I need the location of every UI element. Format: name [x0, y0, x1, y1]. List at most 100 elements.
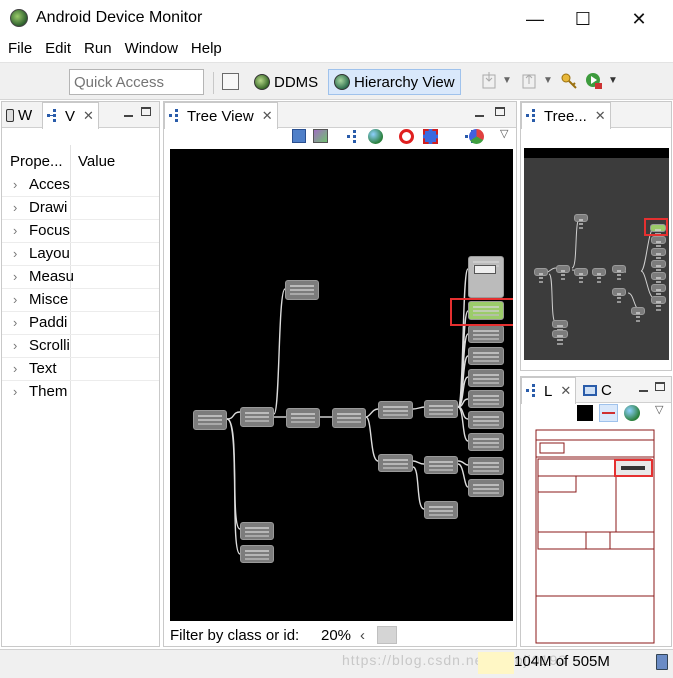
tree-node[interactable] [468, 457, 504, 475]
tree-node[interactable] [468, 411, 504, 429]
overview-node [534, 268, 548, 276]
close-button[interactable]: ✕ [616, 0, 662, 38]
tree-node[interactable] [378, 454, 413, 472]
toolbar-separator [213, 72, 214, 94]
property-row-text[interactable]: › Text [2, 358, 159, 381]
tree-view-canvas[interactable] [170, 149, 513, 621]
maximize-button[interactable]: ☐ [560, 0, 606, 38]
property-row-accessibility[interactable]: › Acces [2, 174, 159, 197]
tab-layout-view[interactable]: L ✕ [521, 377, 577, 404]
quick-access-input[interactable] [69, 69, 204, 95]
view-properties-icon [47, 109, 61, 123]
close-tab-icon[interactable]: ✕ [595, 108, 606, 124]
view-menu-icon[interactable]: ▽ [655, 403, 663, 416]
property-row-drawing[interactable]: › Drawi [2, 197, 159, 220]
globe-icon[interactable] [624, 405, 640, 421]
tree-node[interactable] [468, 479, 504, 497]
ddms-perspective-button[interactable]: DDMS [250, 70, 322, 94]
globe-icon[interactable] [368, 129, 383, 144]
tree-node[interactable] [468, 369, 504, 387]
tree-overview-canvas[interactable] [524, 148, 669, 360]
phone-icon [6, 108, 14, 122]
tab-view-properties-label: V [65, 107, 76, 125]
close-tab-icon[interactable]: ✕ [262, 108, 273, 124]
tree-node[interactable] [424, 456, 458, 474]
tree-node[interactable] [424, 400, 458, 418]
minimize-icon[interactable] [475, 115, 484, 117]
tab-windows[interactable]: W [2, 102, 36, 128]
zoom-slider-thumb[interactable] [377, 626, 397, 644]
tree-node[interactable] [240, 407, 274, 427]
close-tab-icon[interactable]: ✕ [560, 383, 571, 399]
tree-node[interactable] [468, 433, 504, 451]
request-layout-icon[interactable] [423, 129, 438, 144]
import-dropdown-icon[interactable]: ▼ [502, 75, 512, 86]
tree-node[interactable] [240, 545, 274, 563]
layout-canvas[interactable] [524, 426, 669, 644]
maximize-icon[interactable] [655, 382, 665, 391]
maximize-icon[interactable] [141, 107, 151, 116]
menu-file[interactable]: File [2, 38, 39, 62]
menu-run[interactable]: Run [78, 38, 119, 62]
black-background-icon[interactable] [577, 405, 593, 421]
property-row-scrolling[interactable]: › Scrolli [2, 335, 159, 358]
overview-node [552, 320, 568, 328]
save-png-icon[interactable] [292, 129, 306, 143]
import-icon[interactable] [480, 72, 498, 90]
expand-icon: › [13, 338, 18, 353]
invalidate-icon[interactable] [399, 129, 414, 144]
zoom-slider-left-arrow[interactable]: ‹ [360, 627, 365, 644]
tree-node[interactable] [378, 401, 413, 419]
run-dropdown-icon[interactable]: ▼ [608, 75, 618, 86]
garbage-collect-icon[interactable] [656, 654, 668, 670]
tab-windows-label: W [18, 106, 33, 124]
heap-status[interactable]: 104M of 505M [514, 653, 610, 670]
tab-view-properties[interactable]: V ✕ [42, 102, 99, 129]
minimize-icon[interactable] [639, 390, 648, 392]
minimize-icon[interactable] [124, 115, 133, 117]
property-row-miscellaneous[interactable]: › Misce [2, 289, 159, 312]
open-perspective-icon[interactable] [222, 73, 239, 90]
property-column-header[interactable]: Prope... [10, 153, 63, 170]
show-extras-icon[interactable] [599, 404, 618, 422]
minimize-button[interactable]: — [512, 0, 558, 38]
export-icon[interactable] [520, 72, 538, 90]
property-row-padding[interactable]: › Paddi [2, 312, 159, 335]
hierarchy-view-perspective-button[interactable]: Hierarchy View [328, 69, 461, 95]
tree-node-selected-parent[interactable] [468, 256, 504, 298]
tab-console[interactable]: C [579, 377, 616, 403]
tree-node[interactable] [468, 325, 504, 343]
property-row-focus[interactable]: › Focus [2, 220, 159, 243]
key-icon[interactable] [560, 72, 578, 90]
tree-node[interactable] [468, 390, 504, 408]
tree-node[interactable] [468, 347, 504, 365]
tree-node-root[interactable] [193, 410, 227, 430]
tree-node[interactable] [286, 408, 320, 428]
property-row-theme[interactable]: › Them [2, 381, 159, 404]
value-column-header[interactable]: Value [78, 153, 115, 170]
tree-node[interactable] [424, 501, 458, 519]
load-hierarchy-icon[interactable] [347, 130, 361, 144]
close-tab-icon[interactable]: ✕ [83, 108, 94, 124]
run-icon[interactable] [585, 72, 603, 90]
overview-node [631, 307, 645, 315]
tree-node[interactable] [332, 408, 366, 428]
tab-layout-label: L [544, 382, 553, 400]
view-menu-icon[interactable]: ▽ [500, 127, 508, 140]
export-dropdown-icon[interactable]: ▼ [543, 75, 553, 86]
property-row-measurement[interactable]: › Measu [2, 266, 159, 289]
tree-node[interactable] [285, 280, 319, 300]
menu-help[interactable]: Help [185, 38, 229, 62]
computer-icon [583, 384, 597, 396]
profile-nodes-icon[interactable] [469, 129, 484, 144]
overview-node [612, 265, 626, 273]
menu-edit[interactable]: Edit [39, 38, 78, 62]
expand-icon: › [13, 384, 18, 399]
tab-tree-view[interactable]: Tree View ✕ [164, 102, 278, 129]
capture-layers-icon[interactable] [313, 129, 328, 143]
property-row-layout[interactable]: › Layou [2, 243, 159, 266]
tree-node[interactable] [240, 522, 274, 540]
tab-tree-overview[interactable]: Tree... ✕ [521, 102, 611, 129]
maximize-icon[interactable] [495, 107, 505, 116]
menu-window[interactable]: Window [119, 38, 185, 62]
